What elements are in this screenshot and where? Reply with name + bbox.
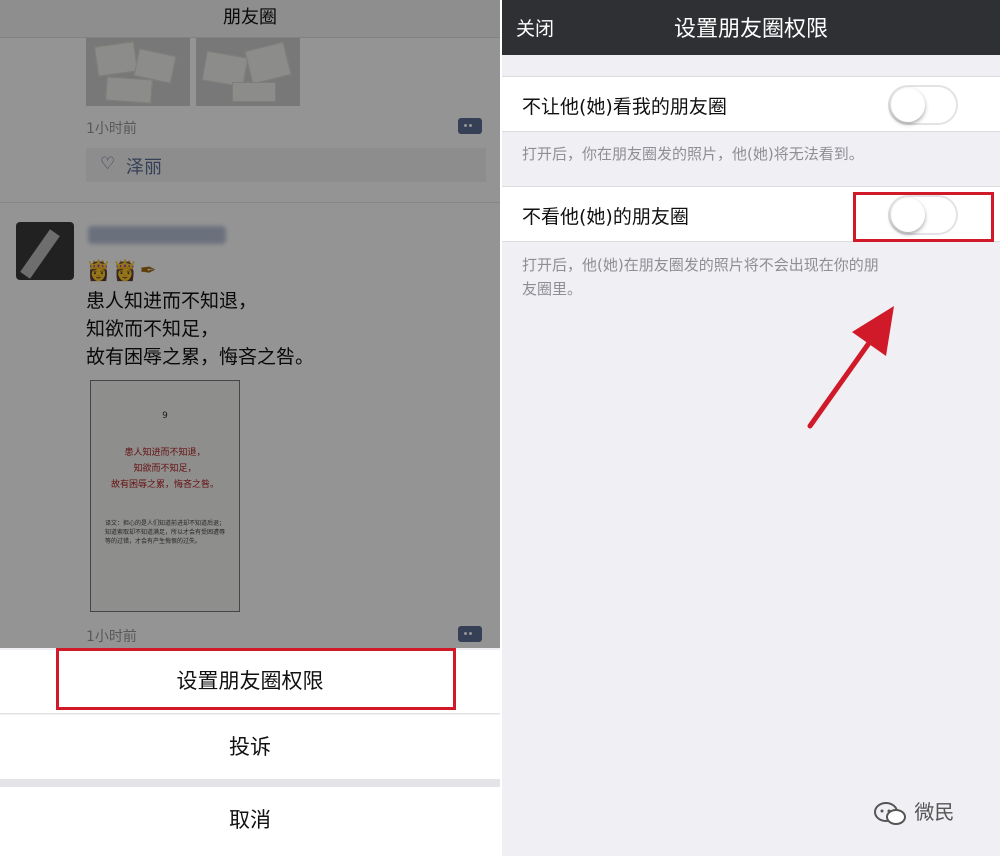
watermark-text: 微民 (914, 800, 955, 824)
watermark: 微民 (874, 796, 954, 826)
cancel-button[interactable]: 取消 (0, 787, 500, 856)
red-arrow-icon (807, 306, 894, 429)
left-screenshot: 朋友圈 1小时前 ♡ 泽丽 👸👸✒ 患人知进而不知退， 知欲而不知足， 故有困辱… (0, 0, 500, 856)
highlight-box-left (56, 648, 456, 710)
dim-overlay[interactable] (0, 0, 500, 648)
sheet-separator (0, 779, 500, 787)
right-screenshot: 关闭 设置朋友圈权限 不让他(她)看我的朋友圈 打开后，你在朋友圈发的照片，他(… (502, 0, 1000, 856)
wechat-logo-icon (874, 801, 906, 825)
report-button[interactable]: 投诉 (0, 715, 500, 779)
